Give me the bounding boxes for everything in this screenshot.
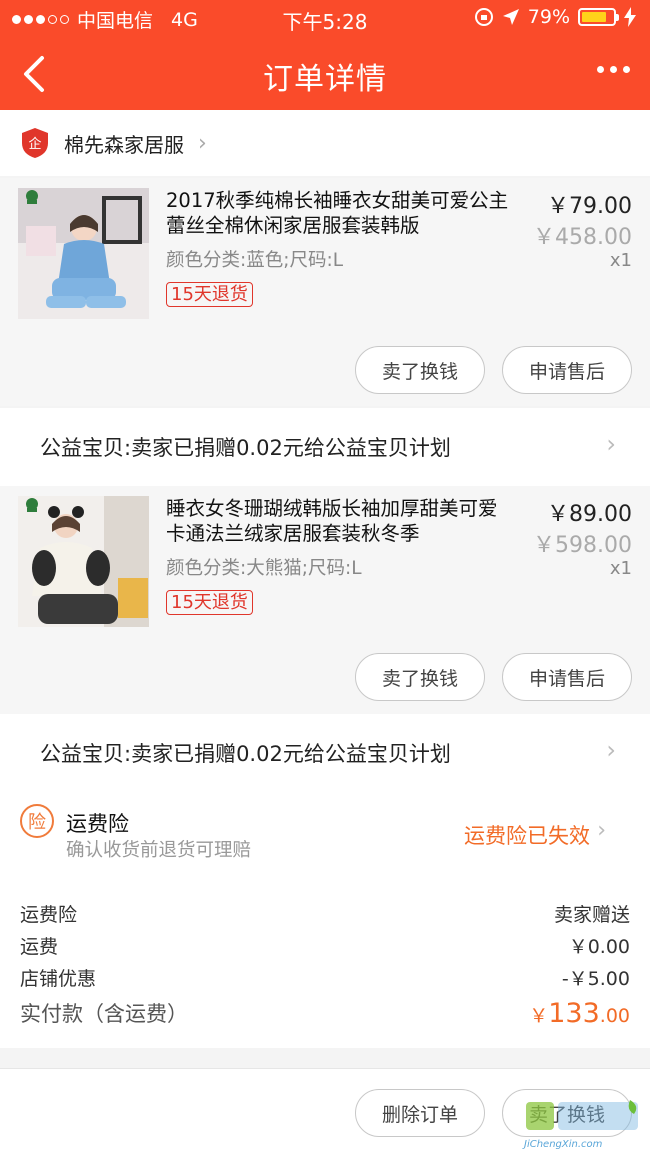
product-title[interactable]: 2017秋季纯棉长袖睡衣女甜美可爱公主蕾丝全棉休闲家居服套装韩版 <box>166 188 516 238</box>
chevron-right-icon: › <box>198 130 207 156</box>
product-image[interactable] <box>18 496 149 627</box>
total-decimal: .00 <box>599 1005 630 1027</box>
delete-order-button[interactable]: 删除订单 <box>355 1089 485 1137</box>
summary-label: 店铺优惠 <box>20 968 97 990</box>
after-sale-button[interactable]: 申请售后 <box>502 653 632 701</box>
product-quantity: x1 <box>609 558 632 579</box>
watermark-url: JiChengXin.com <box>524 1139 603 1150</box>
after-sale-button[interactable]: 申请售后 <box>502 346 632 394</box>
location-icon <box>502 9 519 25</box>
return-policy-badge: 15天退货 <box>166 282 253 307</box>
summary-value: -￥5.00 <box>561 968 630 990</box>
order-item[interactable]: 2017秋季纯棉长袖睡衣女甜美可爱公主蕾丝全棉休闲家居服套装韩版 颜色分类:蓝色… <box>0 178 650 406</box>
more-menu-icon[interactable] <box>597 66 630 73</box>
order-summary: 运费险 卖家赠送 运费 ￥0.00 店铺优惠 -￥5.00 实付款（含运费） ￥… <box>0 876 650 1048</box>
insurance-status[interactable]: 运费险已失效 <box>464 820 590 850</box>
summary-label: 运费险 <box>20 904 78 926</box>
charity-row[interactable]: 公益宝贝:卖家已捐赠0.02元给公益宝贝计划 › <box>0 408 650 486</box>
product-price: ￥89.00 <box>547 502 632 527</box>
chevron-right-icon: › <box>606 736 616 764</box>
charging-icon <box>624 7 636 27</box>
header-bar: 中国电信 4G 下午5:28 79% 订单详情 <box>0 0 650 110</box>
status-bar: 中国电信 4G 下午5:28 79% <box>0 0 650 36</box>
product-original-price: ￥598.00 <box>533 533 632 558</box>
product-original-price: ￥458.00 <box>533 225 632 250</box>
chevron-right-icon: › <box>597 818 606 843</box>
nav-bar: 订单详情 <box>0 40 650 106</box>
product-spec: 颜色分类:大熊猫;尺码:L <box>166 558 362 579</box>
footer-actions: 删除订单 卖了换钱 JiChengXin.com <box>0 1068 650 1156</box>
rotation-lock-icon <box>474 8 493 26</box>
shipping-insurance-row[interactable]: 险 运费险 确认收货前退货可理赔 运费险已失效 › <box>0 788 650 876</box>
sell-button[interactable]: 卖了换钱 <box>355 346 485 394</box>
battery-percent: 79% <box>527 6 570 28</box>
page-title: 订单详情 <box>263 62 387 97</box>
shop-row[interactable]: 企 棉先森家居服 › <box>0 110 650 176</box>
charity-row[interactable]: 公益宝贝:卖家已捐赠0.02元给公益宝贝计划 › <box>0 714 650 792</box>
product-spec: 颜色分类:蓝色;尺码:L <box>166 250 344 271</box>
total-integer: 133 <box>548 998 600 1029</box>
total-label: 实付款（含运费） <box>20 1002 188 1026</box>
sell-button[interactable]: 卖了换钱 <box>355 653 485 701</box>
product-price: ￥79.00 <box>547 194 632 219</box>
shop-badge-icon: 企 <box>22 128 48 158</box>
insurance-subtitle: 确认收货前退货可理赔 <box>66 840 252 861</box>
summary-label: 运费 <box>20 936 59 958</box>
product-quantity: x1 <box>609 250 632 271</box>
chevron-right-icon: › <box>606 430 616 458</box>
total-amount: ￥133.00 <box>529 998 630 1029</box>
summary-value: 卖家赠送 <box>553 904 630 926</box>
product-image[interactable] <box>18 188 149 319</box>
watermark-logo: JiChengXin.com <box>524 1098 642 1150</box>
total-currency: ￥ <box>529 1005 549 1027</box>
shop-badge-text: 企 <box>28 136 41 152</box>
charity-text: 公益宝贝:卖家已捐赠0.02元给公益宝贝计划 <box>40 436 451 460</box>
return-policy-badge: 15天退货 <box>166 590 253 615</box>
insurance-icon: 险 <box>20 804 54 838</box>
battery-icon <box>578 8 619 26</box>
product-title[interactable]: 睡衣女冬珊瑚绒韩版长袖加厚甜美可爱卡通法兰绒家居服套装秋冬季 <box>166 496 516 546</box>
order-item[interactable]: 睡衣女冬珊瑚绒韩版长袖加厚甜美可爱卡通法兰绒家居服套装秋冬季 颜色分类:大熊猫;… <box>0 486 650 714</box>
shop-name: 棉先森家居服 <box>64 132 184 157</box>
insurance-title: 运费险 <box>66 812 129 836</box>
summary-value: ￥0.00 <box>568 936 630 958</box>
charity-text: 公益宝贝:卖家已捐赠0.02元给公益宝贝计划 <box>40 742 451 766</box>
